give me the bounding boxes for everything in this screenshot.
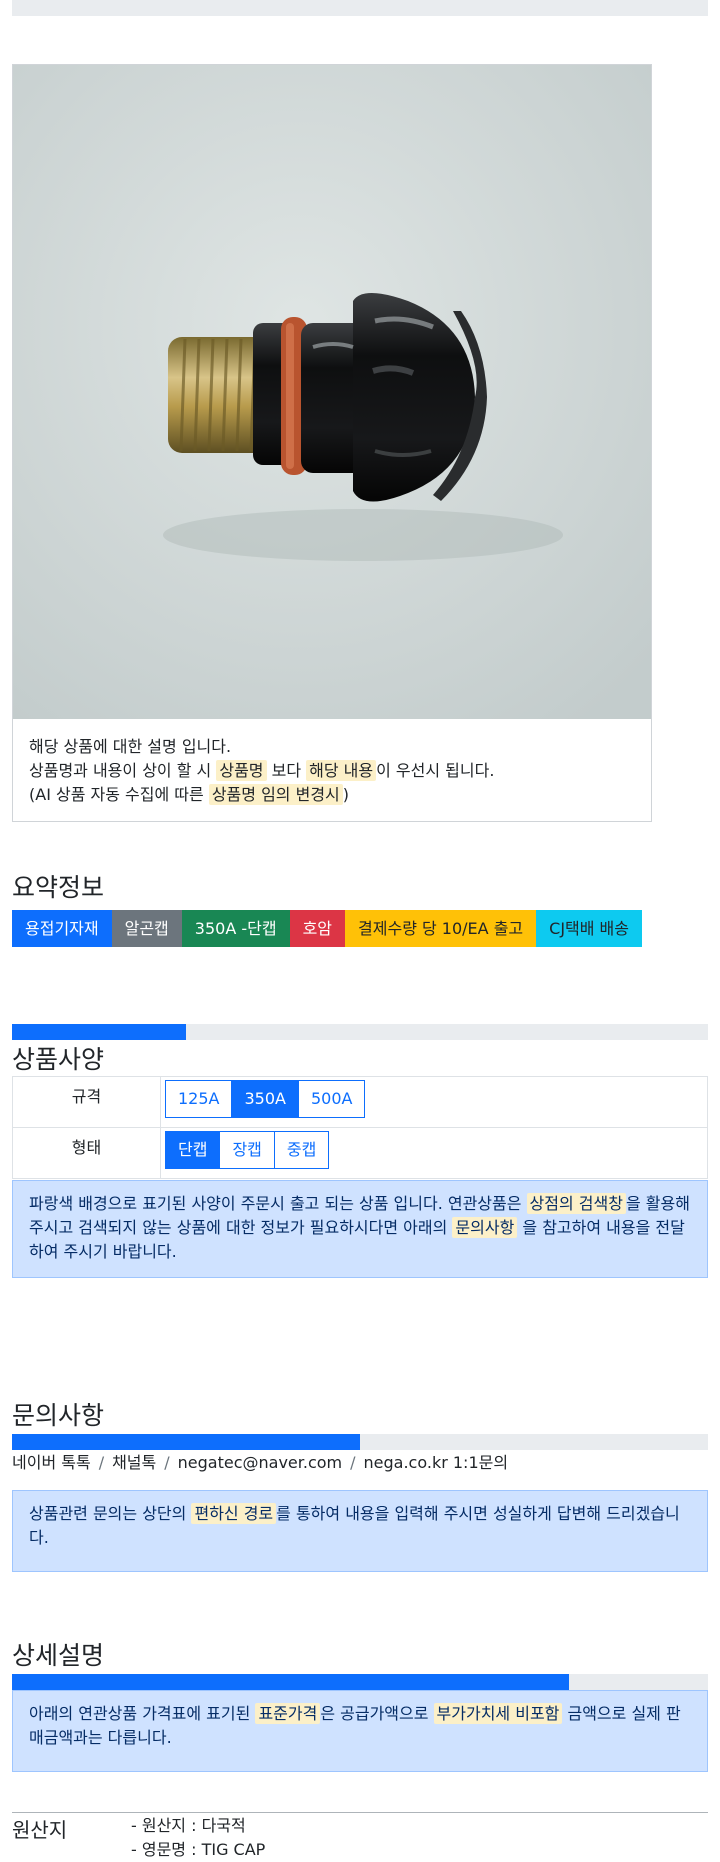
size-option-125a[interactable]: 125A [165, 1080, 233, 1118]
spec-options-size: 125A 350A 500A [160, 1076, 708, 1128]
spec-table: 규격 125A 350A 500A 형태 단캡 장캡 중캡 [12, 1076, 708, 1179]
contact-website-qna[interactable]: nega.co.kr 1:1문의 [364, 1453, 509, 1472]
highlight-product-name: 상품명 [216, 760, 267, 781]
contact-email[interactable]: negatec@naver.com [178, 1453, 342, 1472]
shape-button-group: 단캡 장캡 중캡 [165, 1131, 330, 1169]
summary-heading: 요약정보 [12, 873, 105, 902]
inquiry-heading: 문의사항 [12, 1401, 105, 1430]
spec-progress [12, 1024, 708, 1040]
size-option-500a[interactable]: 500A [297, 1080, 366, 1118]
description-line-3: (AI 상품 자동 수집에 따른 상품명 임의 변경시) [29, 784, 350, 805]
highlight-standard-price: 표준가격 [255, 1703, 321, 1724]
badge-spec: 350A -단캡 [181, 910, 290, 947]
spec-progress-fill [12, 1024, 186, 1040]
origin-country: - 원산지 : 다국적 [131, 1816, 246, 1835]
origin-divider [12, 1812, 708, 1813]
origin-label: 원산지 [12, 1818, 68, 1842]
spec-label-size: 규격 [12, 1076, 161, 1128]
size-button-group: 125A 350A 500A [165, 1080, 366, 1118]
detail-progress [12, 1674, 708, 1690]
description-line-1: 해당 상품에 대한 설명 입니다. [29, 737, 232, 756]
spec-notice: 파랑색 배경으로 표기된 사양이 주문시 출고 되는 상품 입니다. 연관상품은… [12, 1180, 708, 1278]
inquiry-notice: 상품관련 문의는 상단의 편하신 경로 를 통하여 내용을 입력해 주시면 성실하… [12, 1490, 708, 1572]
shape-option-medium-cap[interactable]: 중캡 [273, 1131, 330, 1169]
shape-option-short-cap[interactable]: 단캡 [165, 1131, 221, 1169]
tig-cap-photo [13, 65, 651, 719]
badge-category: 용접기자재 [12, 910, 112, 947]
size-option-350a[interactable]: 350A [231, 1080, 299, 1118]
contact-channeltalk[interactable]: 채널톡 [112, 1453, 156, 1472]
product-description: 해당 상품에 대한 설명 입니다. 상품명과 내용이 상이 할 시 상품명 보다… [29, 735, 494, 807]
origin-list: - 원산지 : 다국적 - 영문명 : TIG CAP [131, 1814, 265, 1862]
product-image [13, 65, 651, 719]
top-progress-bar [12, 0, 708, 16]
contact-naver-talktalk[interactable]: 네이버 톡톡 [12, 1453, 91, 1472]
product-card: 해당 상품에 대한 설명 입니다. 상품명과 내용이 상이 할 시 상품명 보다… [12, 64, 652, 822]
summary-badges: 용접기자재 알곤캡 350A -단캡 호암 결제수량 당 10/EA 출고 CJ… [12, 910, 642, 947]
origin-english-name: - 영문명 : TIG CAP [131, 1840, 266, 1859]
detail-notice: 아래의 연관상품 가격표에 표기된 표준가격 은 공급가액으로 부가가치세 비포함… [12, 1690, 708, 1772]
highlight-name-change: 상품명 임의 변경시 [208, 784, 343, 805]
badge-shipping: CJ택배 배송 [536, 910, 642, 947]
highlight-vat-excluded: 부가가치세 비포함 [433, 1703, 563, 1724]
contact-links: 네이버 톡톡 / 채널톡 / negatec@naver.com / nega.co.kr … [12, 1453, 509, 1472]
spec-row-shape: 형태 단캡 장캡 중캡 [12, 1127, 708, 1179]
spec-options-shape: 단캡 장캡 중캡 [160, 1127, 708, 1179]
spec-row-size: 규격 125A 350A 500A [12, 1076, 708, 1128]
badge-quantity: 결제수량 당 10/EA 출고 [345, 910, 537, 947]
highlight-store-search: 상점의 검색창 [526, 1193, 626, 1214]
badge-type: 알곤캡 [111, 910, 182, 947]
spec-label-shape: 형태 [12, 1127, 161, 1179]
badge-brand: 호암 [289, 910, 346, 947]
highlight-content: 해당 내용 [306, 760, 377, 781]
inquiry-progress-fill [12, 1434, 360, 1450]
spec-heading: 상품사양 [12, 1045, 105, 1074]
detail-heading: 상세설명 [12, 1641, 105, 1670]
description-line-2: 상품명과 내용이 상이 할 시 상품명 보다 해당 내용 이 우선시 됩니다. [29, 760, 495, 781]
shape-option-long-cap[interactable]: 장캡 [219, 1131, 275, 1169]
inquiry-progress [12, 1434, 708, 1450]
detail-progress-fill [12, 1674, 569, 1690]
highlight-inquiry: 문의사항 [452, 1217, 518, 1238]
highlight-convenient-route: 편하신 경로 [191, 1503, 277, 1524]
